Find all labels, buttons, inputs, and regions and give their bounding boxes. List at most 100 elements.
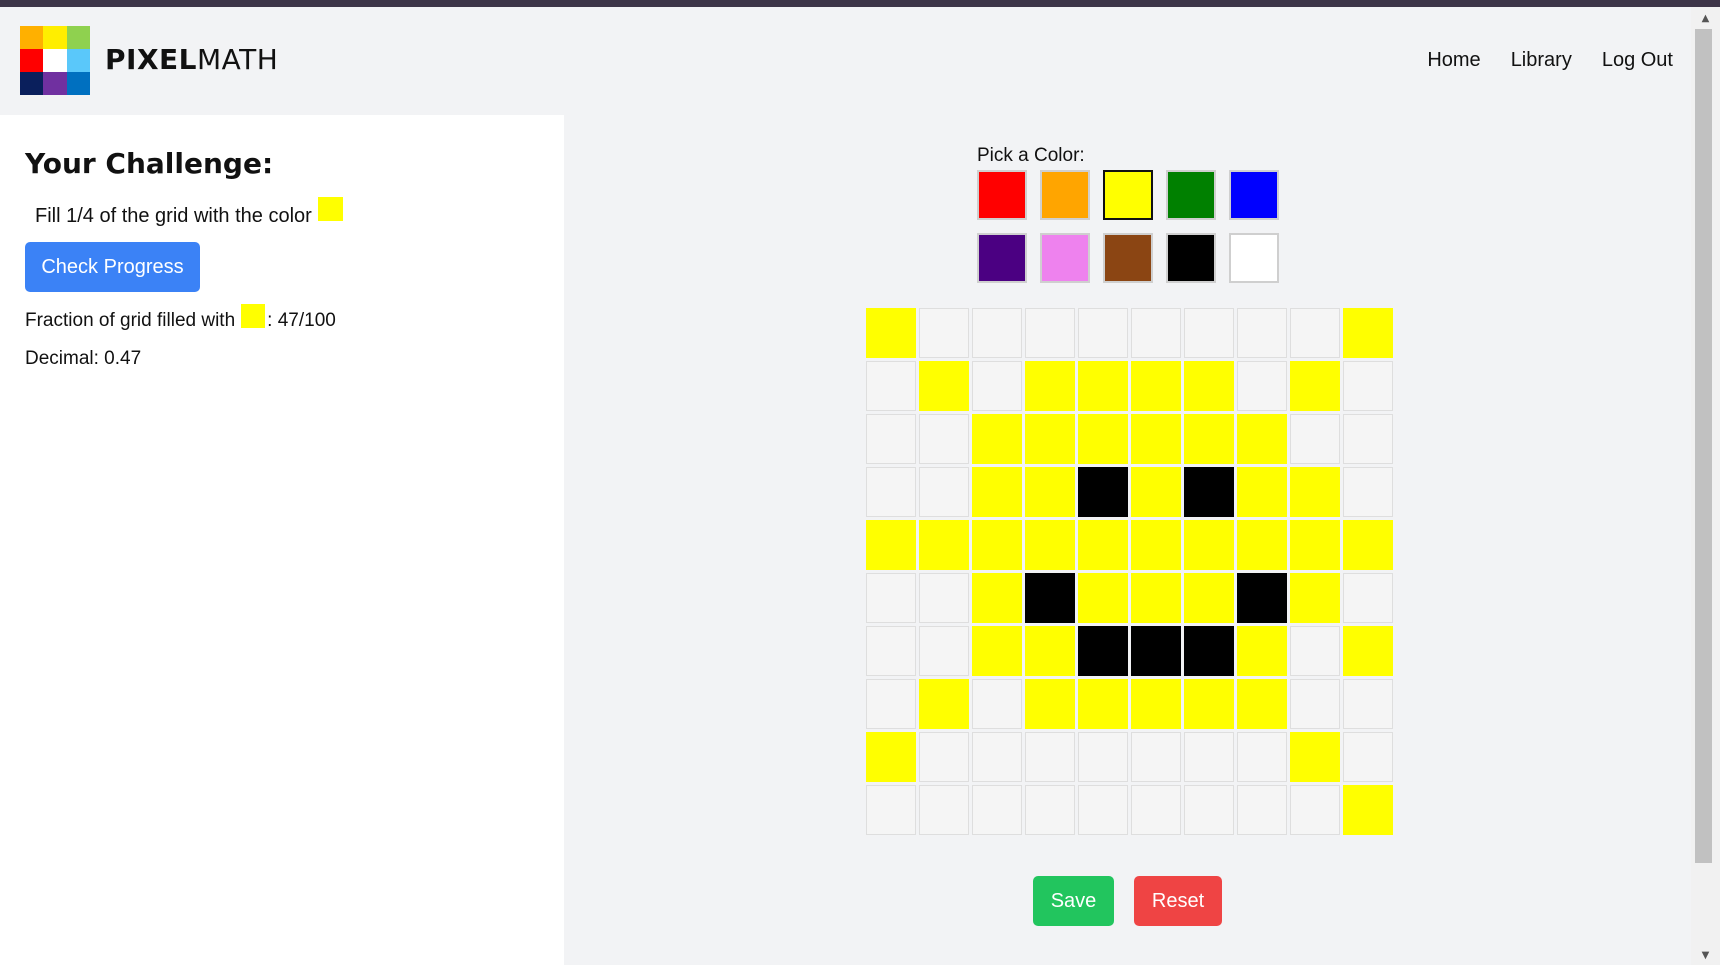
scrollbar-thumb[interactable] <box>1695 29 1712 863</box>
grid-cell[interactable] <box>1078 679 1128 729</box>
grid-cell[interactable] <box>1290 414 1340 464</box>
grid-cell[interactable] <box>1237 785 1287 835</box>
grid-cell[interactable] <box>1078 573 1128 623</box>
palette-color-swatch[interactable] <box>977 233 1027 283</box>
grid-cell[interactable] <box>1290 308 1340 358</box>
reset-button[interactable]: Reset <box>1134 876 1222 926</box>
grid-cell[interactable] <box>1078 467 1128 517</box>
grid-cell[interactable] <box>919 467 969 517</box>
grid-cell[interactable] <box>1237 467 1287 517</box>
grid-cell[interactable] <box>1237 308 1287 358</box>
grid-cell[interactable] <box>972 361 1022 411</box>
grid-cell[interactable] <box>919 520 969 570</box>
grid-cell[interactable] <box>1184 467 1234 517</box>
nav-home-link[interactable]: Home <box>1427 49 1480 72</box>
grid-cell[interactable] <box>919 785 969 835</box>
grid-cell[interactable] <box>866 732 916 782</box>
grid-cell[interactable] <box>866 679 916 729</box>
grid-cell[interactable] <box>1343 361 1393 411</box>
grid-cell[interactable] <box>1290 679 1340 729</box>
grid-cell[interactable] <box>919 626 969 676</box>
grid-cell[interactable] <box>1184 414 1234 464</box>
grid-cell[interactable] <box>972 414 1022 464</box>
grid-cell[interactable] <box>1343 785 1393 835</box>
grid-cell[interactable] <box>1131 573 1181 623</box>
grid-cell[interactable] <box>866 308 916 358</box>
grid-cell[interactable] <box>1237 520 1287 570</box>
grid-cell[interactable] <box>972 308 1022 358</box>
grid-cell[interactable] <box>1184 626 1234 676</box>
grid-cell[interactable] <box>1237 732 1287 782</box>
grid-cell[interactable] <box>1290 520 1340 570</box>
grid-cell[interactable] <box>1025 573 1075 623</box>
grid-cell[interactable] <box>1078 732 1128 782</box>
grid-cell[interactable] <box>1025 414 1075 464</box>
grid-cell[interactable] <box>1343 520 1393 570</box>
grid-cell[interactable] <box>1343 626 1393 676</box>
grid-cell[interactable] <box>919 308 969 358</box>
grid-cell[interactable] <box>1131 361 1181 411</box>
grid-cell[interactable] <box>1025 626 1075 676</box>
palette-color-swatch[interactable] <box>1166 233 1216 283</box>
grid-cell[interactable] <box>1237 414 1287 464</box>
grid-cell[interactable] <box>1025 467 1075 517</box>
grid-cell[interactable] <box>1131 414 1181 464</box>
grid-cell[interactable] <box>1237 626 1287 676</box>
grid-cell[interactable] <box>1184 308 1234 358</box>
grid-cell[interactable] <box>919 732 969 782</box>
grid-cell[interactable] <box>1343 679 1393 729</box>
grid-cell[interactable] <box>866 361 916 411</box>
grid-cell[interactable] <box>1025 361 1075 411</box>
grid-cell[interactable] <box>866 467 916 517</box>
grid-cell[interactable] <box>1290 785 1340 835</box>
grid-cell[interactable] <box>866 520 916 570</box>
grid-cell[interactable] <box>1237 679 1287 729</box>
grid-cell[interactable] <box>1131 785 1181 835</box>
grid-cell[interactable] <box>1025 785 1075 835</box>
palette-color-swatch[interactable] <box>1040 233 1090 283</box>
grid-cell[interactable] <box>1184 520 1234 570</box>
scroll-down-arrow-icon[interactable]: ▼ <box>1691 949 1720 963</box>
grid-cell[interactable] <box>1078 308 1128 358</box>
pixelmath-logo[interactable] <box>20 26 90 95</box>
palette-color-swatch[interactable] <box>977 170 1027 220</box>
palette-color-swatch[interactable] <box>1229 233 1279 283</box>
grid-cell[interactable] <box>1131 308 1181 358</box>
grid-cell[interactable] <box>972 785 1022 835</box>
grid-cell[interactable] <box>866 626 916 676</box>
grid-cell[interactable] <box>919 414 969 464</box>
grid-cell[interactable] <box>972 467 1022 517</box>
check-progress-button[interactable]: Check Progress <box>25 242 200 292</box>
grid-cell[interactable] <box>1131 626 1181 676</box>
vertical-scrollbar[interactable]: ▲ ▼ <box>1691 7 1720 965</box>
grid-cell[interactable] <box>1131 520 1181 570</box>
grid-cell[interactable] <box>1078 520 1128 570</box>
palette-color-swatch[interactable] <box>1229 170 1279 220</box>
grid-cell[interactable] <box>1078 785 1128 835</box>
grid-cell[interactable] <box>972 573 1022 623</box>
scroll-up-arrow-icon[interactable]: ▲ <box>1691 12 1720 26</box>
grid-cell[interactable] <box>972 626 1022 676</box>
grid-cell[interactable] <box>919 361 969 411</box>
grid-cell[interactable] <box>1343 308 1393 358</box>
grid-cell[interactable] <box>1131 467 1181 517</box>
grid-cell[interactable] <box>972 679 1022 729</box>
grid-cell[interactable] <box>1290 361 1340 411</box>
grid-cell[interactable] <box>1078 414 1128 464</box>
save-button[interactable]: Save <box>1033 876 1114 926</box>
nav-library-link[interactable]: Library <box>1511 49 1572 72</box>
palette-color-swatch[interactable] <box>1103 170 1153 220</box>
grid-cell[interactable] <box>866 573 916 623</box>
grid-cell[interactable] <box>1290 732 1340 782</box>
grid-cell[interactable] <box>1184 679 1234 729</box>
grid-cell[interactable] <box>1025 679 1075 729</box>
grid-cell[interactable] <box>1290 573 1340 623</box>
grid-cell[interactable] <box>1184 573 1234 623</box>
grid-cell[interactable] <box>1078 361 1128 411</box>
grid-cell[interactable] <box>1131 679 1181 729</box>
grid-cell[interactable] <box>972 732 1022 782</box>
grid-cell[interactable] <box>1184 732 1234 782</box>
grid-cell[interactable] <box>919 573 969 623</box>
grid-cell[interactable] <box>866 785 916 835</box>
grid-cell[interactable] <box>1184 361 1234 411</box>
